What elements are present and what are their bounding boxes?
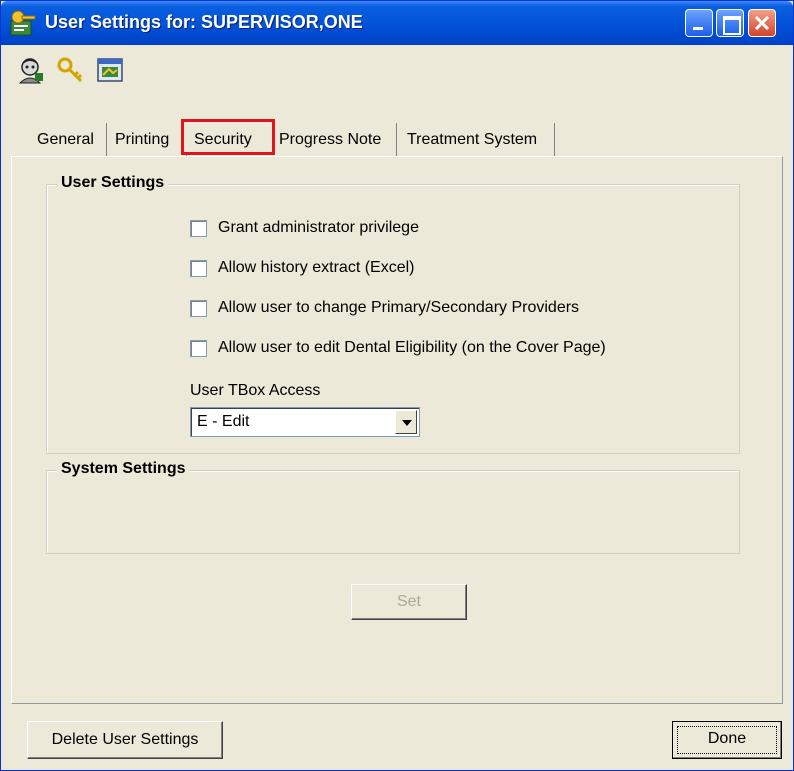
title-bar[interactable]: User Settings for: SUPERVISOR,ONE bbox=[1, 1, 793, 45]
system-settings-legend: System Settings bbox=[57, 460, 190, 478]
security-tab-panel: User Settings Grant administrator privil… bbox=[11, 156, 783, 704]
done-button[interactable]: Done bbox=[672, 721, 782, 759]
allow-history-extract-checkbox[interactable] bbox=[190, 260, 207, 277]
user-icon[interactable] bbox=[15, 55, 45, 85]
app-icon bbox=[10, 10, 36, 36]
window-icon[interactable] bbox=[95, 55, 125, 85]
checkbox-label: Grant administrator privilege bbox=[218, 219, 419, 236]
window-title: User Settings for: SUPERVISOR,ONE bbox=[45, 12, 363, 32]
close-button[interactable] bbox=[748, 9, 776, 37]
grant-admin-privilege-checkbox[interactable] bbox=[190, 220, 207, 237]
change-providers-checkbox[interactable] bbox=[190, 300, 207, 317]
tbox-access-label: User TBox Access bbox=[190, 382, 321, 399]
edit-dental-eligibility-checkbox[interactable] bbox=[190, 340, 207, 357]
tbox-access-select[interactable]: E - Edit bbox=[190, 407, 420, 437]
checkbox-label: Allow history extract (Excel) bbox=[218, 259, 415, 276]
tab-treatment-system[interactable]: Treatment System bbox=[405, 123, 555, 157]
checkbox-label: Allow user to change Primary/Secondary P… bbox=[218, 299, 580, 316]
maximize-button[interactable] bbox=[716, 9, 744, 37]
tbox-access-value: E - Edit bbox=[197, 413, 250, 430]
done-button-label: Done bbox=[707, 730, 747, 747]
minimize-button[interactable] bbox=[685, 9, 713, 37]
delete-user-settings-button[interactable]: Delete User Settings bbox=[27, 721, 223, 759]
user-settings-group: User Settings Grant administrator privil… bbox=[46, 174, 740, 454]
user-settings-legend: User Settings bbox=[57, 174, 169, 192]
toolbar bbox=[1, 49, 793, 93]
system-settings-group: System Settings bbox=[46, 460, 740, 554]
tab-printing[interactable]: Printing bbox=[113, 123, 187, 157]
key-icon[interactable] bbox=[55, 55, 85, 85]
tab-general[interactable]: General bbox=[35, 123, 107, 157]
tab-security[interactable]: Security bbox=[181, 119, 275, 155]
checkbox-label: Allow user to edit Dental Eligibility (o… bbox=[218, 339, 606, 356]
chevron-down-icon[interactable] bbox=[395, 410, 417, 434]
tab-progress-note[interactable]: Progress Note bbox=[277, 123, 397, 157]
user-settings-window: User Settings for: SUPERVISOR,ONE Genera… bbox=[0, 0, 794, 771]
set-button[interactable]: Set bbox=[351, 584, 467, 620]
close-icon bbox=[754, 15, 770, 31]
